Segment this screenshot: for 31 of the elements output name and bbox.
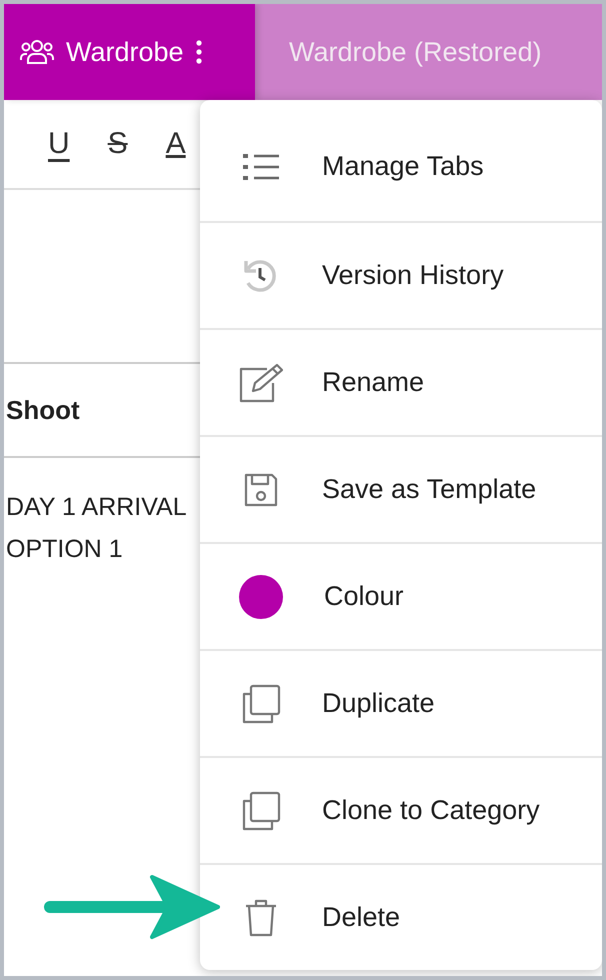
more-icon[interactable] [196,40,202,64]
duplicate-icon [241,684,281,724]
edit-icon [239,362,283,402]
column-header: Shoot [6,394,80,426]
menu-item-label: Delete [322,902,400,933]
menu-item[interactable]: Version History [200,223,602,330]
menu-item-label: Manage Tabs [322,151,484,182]
tab-label: Wardrobe [66,36,184,68]
save-icon [244,472,278,506]
menu-item[interactable]: Save as Template [200,437,602,544]
menu-item-label: Rename [322,367,424,398]
list-icon [242,152,280,182]
trash-icon [245,898,277,936]
table-cell-text: DAY 1 ARRIVAL OPTION 1 [5,492,188,565]
menu-item[interactable]: Manage Tabs [200,112,602,223]
menu-item[interactable]: Delete [200,865,602,970]
menu-item-label: Version History [322,260,504,291]
underline-button[interactable]: U [44,127,74,161]
menu-item[interactable]: Clone to Category [200,758,602,865]
tab-label: Wardrobe (Restored) [289,36,542,68]
menu-item-label: Clone to Category [322,795,540,826]
menu-item-label: Save as Template [322,474,536,505]
menu-item[interactable]: Colour [200,544,602,651]
tab[interactable]: Wardrobe [4,4,255,100]
menu-item[interactable]: Duplicate [200,651,602,758]
strikethrough-button[interactable]: S [104,127,132,161]
menu-item-label: Duplicate [322,688,435,719]
duplicate-icon [241,790,281,830]
menu-item[interactable]: Rename [200,330,602,437]
text-color-button[interactable]: A [162,127,190,161]
menu-item-label: Colour [324,581,404,612]
